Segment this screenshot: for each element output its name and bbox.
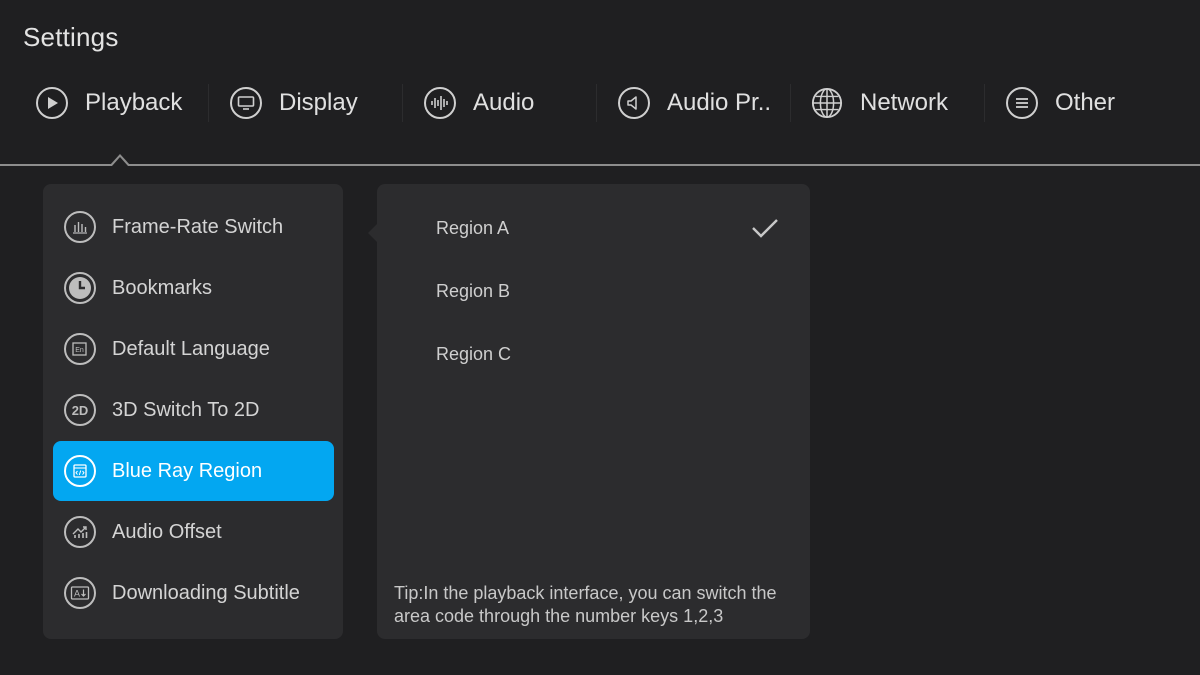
svg-text:A: A [74,589,80,599]
speaker-icon [618,87,650,119]
menu-icon [1006,87,1038,119]
menu-item-label: Blue Ray Region [112,459,263,482]
tab-label: Audio [473,89,535,116]
tab-underline [0,164,1200,166]
option-region-c[interactable]: Region C [377,332,810,376]
tab-divider [402,84,403,122]
region-options-panel: Region A Region B Region C Tip:In the pl… [377,184,810,639]
tab-label: Audio Pr.. [667,89,772,116]
menu-item-bookmarks[interactable]: Bookmarks [53,258,334,318]
svg-text:2D: 2D [72,403,89,418]
settings-menu-panel: Frame-Rate Switch Bookmarks En Default L… [43,184,343,639]
tab-divider [208,84,209,122]
language-icon: En [64,333,96,365]
bar-chart-icon [64,211,96,243]
menu-item-default-language[interactable]: En Default Language [53,319,334,379]
subtitle-download-icon: A [64,577,96,609]
tab-label: Network [860,89,949,116]
tab-playback[interactable]: Playback [36,78,182,128]
menu-item-frame-rate-switch[interactable]: Frame-Rate Switch [53,197,334,257]
tab-divider [596,84,597,122]
menu-item-label: Frame-Rate Switch [112,215,284,238]
svg-text:En: En [75,347,84,354]
tab-label: Other [1055,89,1116,116]
audio-offset-icon [64,516,96,548]
page-title: Settings [23,22,119,52]
option-label: Region B [436,280,511,301]
menu-item-label: 3D Switch To 2D [112,398,260,421]
tab-divider [790,84,791,122]
active-tab-caret-fill [112,157,128,166]
tab-network[interactable]: Network [811,78,948,128]
option-label: Region C [436,343,512,364]
monitor-icon [230,87,262,119]
tab-other[interactable]: Other [1006,78,1115,128]
option-label: Region A [436,217,510,238]
menu-item-label: Downloading Subtitle [112,581,300,604]
menu-item-blue-ray-region[interactable]: Blue Ray Region [53,441,334,501]
tab-divider [984,84,985,122]
menu-item-label: Audio Offset [112,520,222,543]
2d-icon: 2D [64,394,96,426]
option-region-a[interactable]: Region A [377,206,810,250]
play-icon [36,87,68,119]
option-region-b[interactable]: Region B [377,269,810,313]
disc-code-icon [64,455,96,487]
tab-display[interactable]: Display [230,78,358,128]
tab-label: Playback [85,89,183,116]
check-icon [751,217,779,244]
tab-audio[interactable]: Audio [424,78,534,128]
menu-item-3d-switch-to-2d[interactable]: 2D 3D Switch To 2D [53,380,334,440]
menu-item-label: Bookmarks [112,276,213,299]
globe-icon [811,87,843,119]
tab-label: Display [279,89,358,116]
submenu-pointer [368,224,377,242]
equalizer-icon [424,87,456,119]
tab-audio-processing[interactable]: Audio Pr.. [618,78,771,128]
top-tab-bar: Playback Display Audio Audio Pr.. Networ… [0,78,1200,128]
menu-item-downloading-subtitle[interactable]: A Downloading Subtitle [53,563,334,623]
menu-item-audio-offset[interactable]: Audio Offset [53,502,334,562]
clock-icon [64,272,96,304]
menu-item-label: Default Language [112,337,270,360]
tip-text: Tip:In the playback interface, you can s… [394,583,777,626]
